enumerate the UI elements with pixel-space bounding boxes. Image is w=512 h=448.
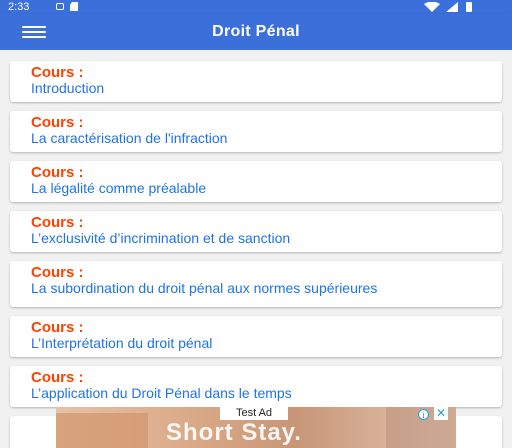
signal-icon [446, 2, 458, 12]
card-heading: Cours : [31, 114, 84, 131]
wifi-icon [424, 2, 440, 12]
info-icon[interactable]: i [418, 409, 429, 420]
card-link-text[interactable]: L’application du Droit Pénal dans le tem… [31, 386, 481, 400]
battery-icon [466, 2, 472, 12]
list-item-introduction[interactable]: Cours : Introduction [10, 61, 502, 102]
status-time: 2:33 [8, 1, 30, 13]
card-heading: Cours : [31, 369, 84, 386]
card-link-text[interactable]: L’exclusivité d’incrimination et de sanc… [31, 231, 481, 245]
ad-headline: Short Stay. [166, 419, 302, 446]
app-bar: Droit Pénal [0, 14, 512, 50]
card-link-text[interactable]: La caractérisation de l'infraction [31, 131, 481, 145]
card-heading: Cours : [31, 64, 84, 81]
card-heading: Cours : [31, 319, 84, 336]
ad-image-shape [56, 413, 148, 448]
card-heading: Cours : [31, 164, 84, 181]
list-item-caracterisation[interactable]: Cours : La caractérisation de l'infracti… [10, 111, 502, 152]
card-link-text[interactable]: Introduction [31, 81, 481, 95]
list-item-exclusivite[interactable]: Cours : L’exclusivité d’incrimination et… [10, 211, 502, 252]
course-list: Cours : Introduction Cours : La caractér… [0, 50, 512, 448]
card-heading: Cours : [31, 264, 84, 281]
page-title: Droit Pénal [212, 23, 300, 40]
ad-banner[interactable]: Test Ad Short Stay. i ✕ [56, 407, 456, 448]
sim-icon [56, 3, 64, 10]
list-item-application[interactable]: Cours : L’application du Droit Pénal dan… [10, 366, 502, 407]
card-link-text[interactable]: L’Interprétation du droit pénal [31, 336, 481, 350]
card-link-text[interactable]: La subordination du droit pénal aux norm… [31, 281, 481, 295]
list-item-subordination[interactable]: Cours : La subordination du droit pénal … [10, 261, 502, 307]
sd-card-icon [70, 2, 78, 11]
close-icon[interactable]: ✕ [434, 407, 448, 420]
status-bar: 2:33 [0, 0, 512, 14]
list-item-interpretation[interactable]: Cours : L’Interprétation du droit pénal [10, 316, 502, 357]
list-item-legalite[interactable]: Cours : La légalité comme préalable [10, 161, 502, 202]
card-link-text[interactable]: La légalité comme préalable [31, 181, 481, 195]
card-heading: Cours : [31, 214, 84, 231]
